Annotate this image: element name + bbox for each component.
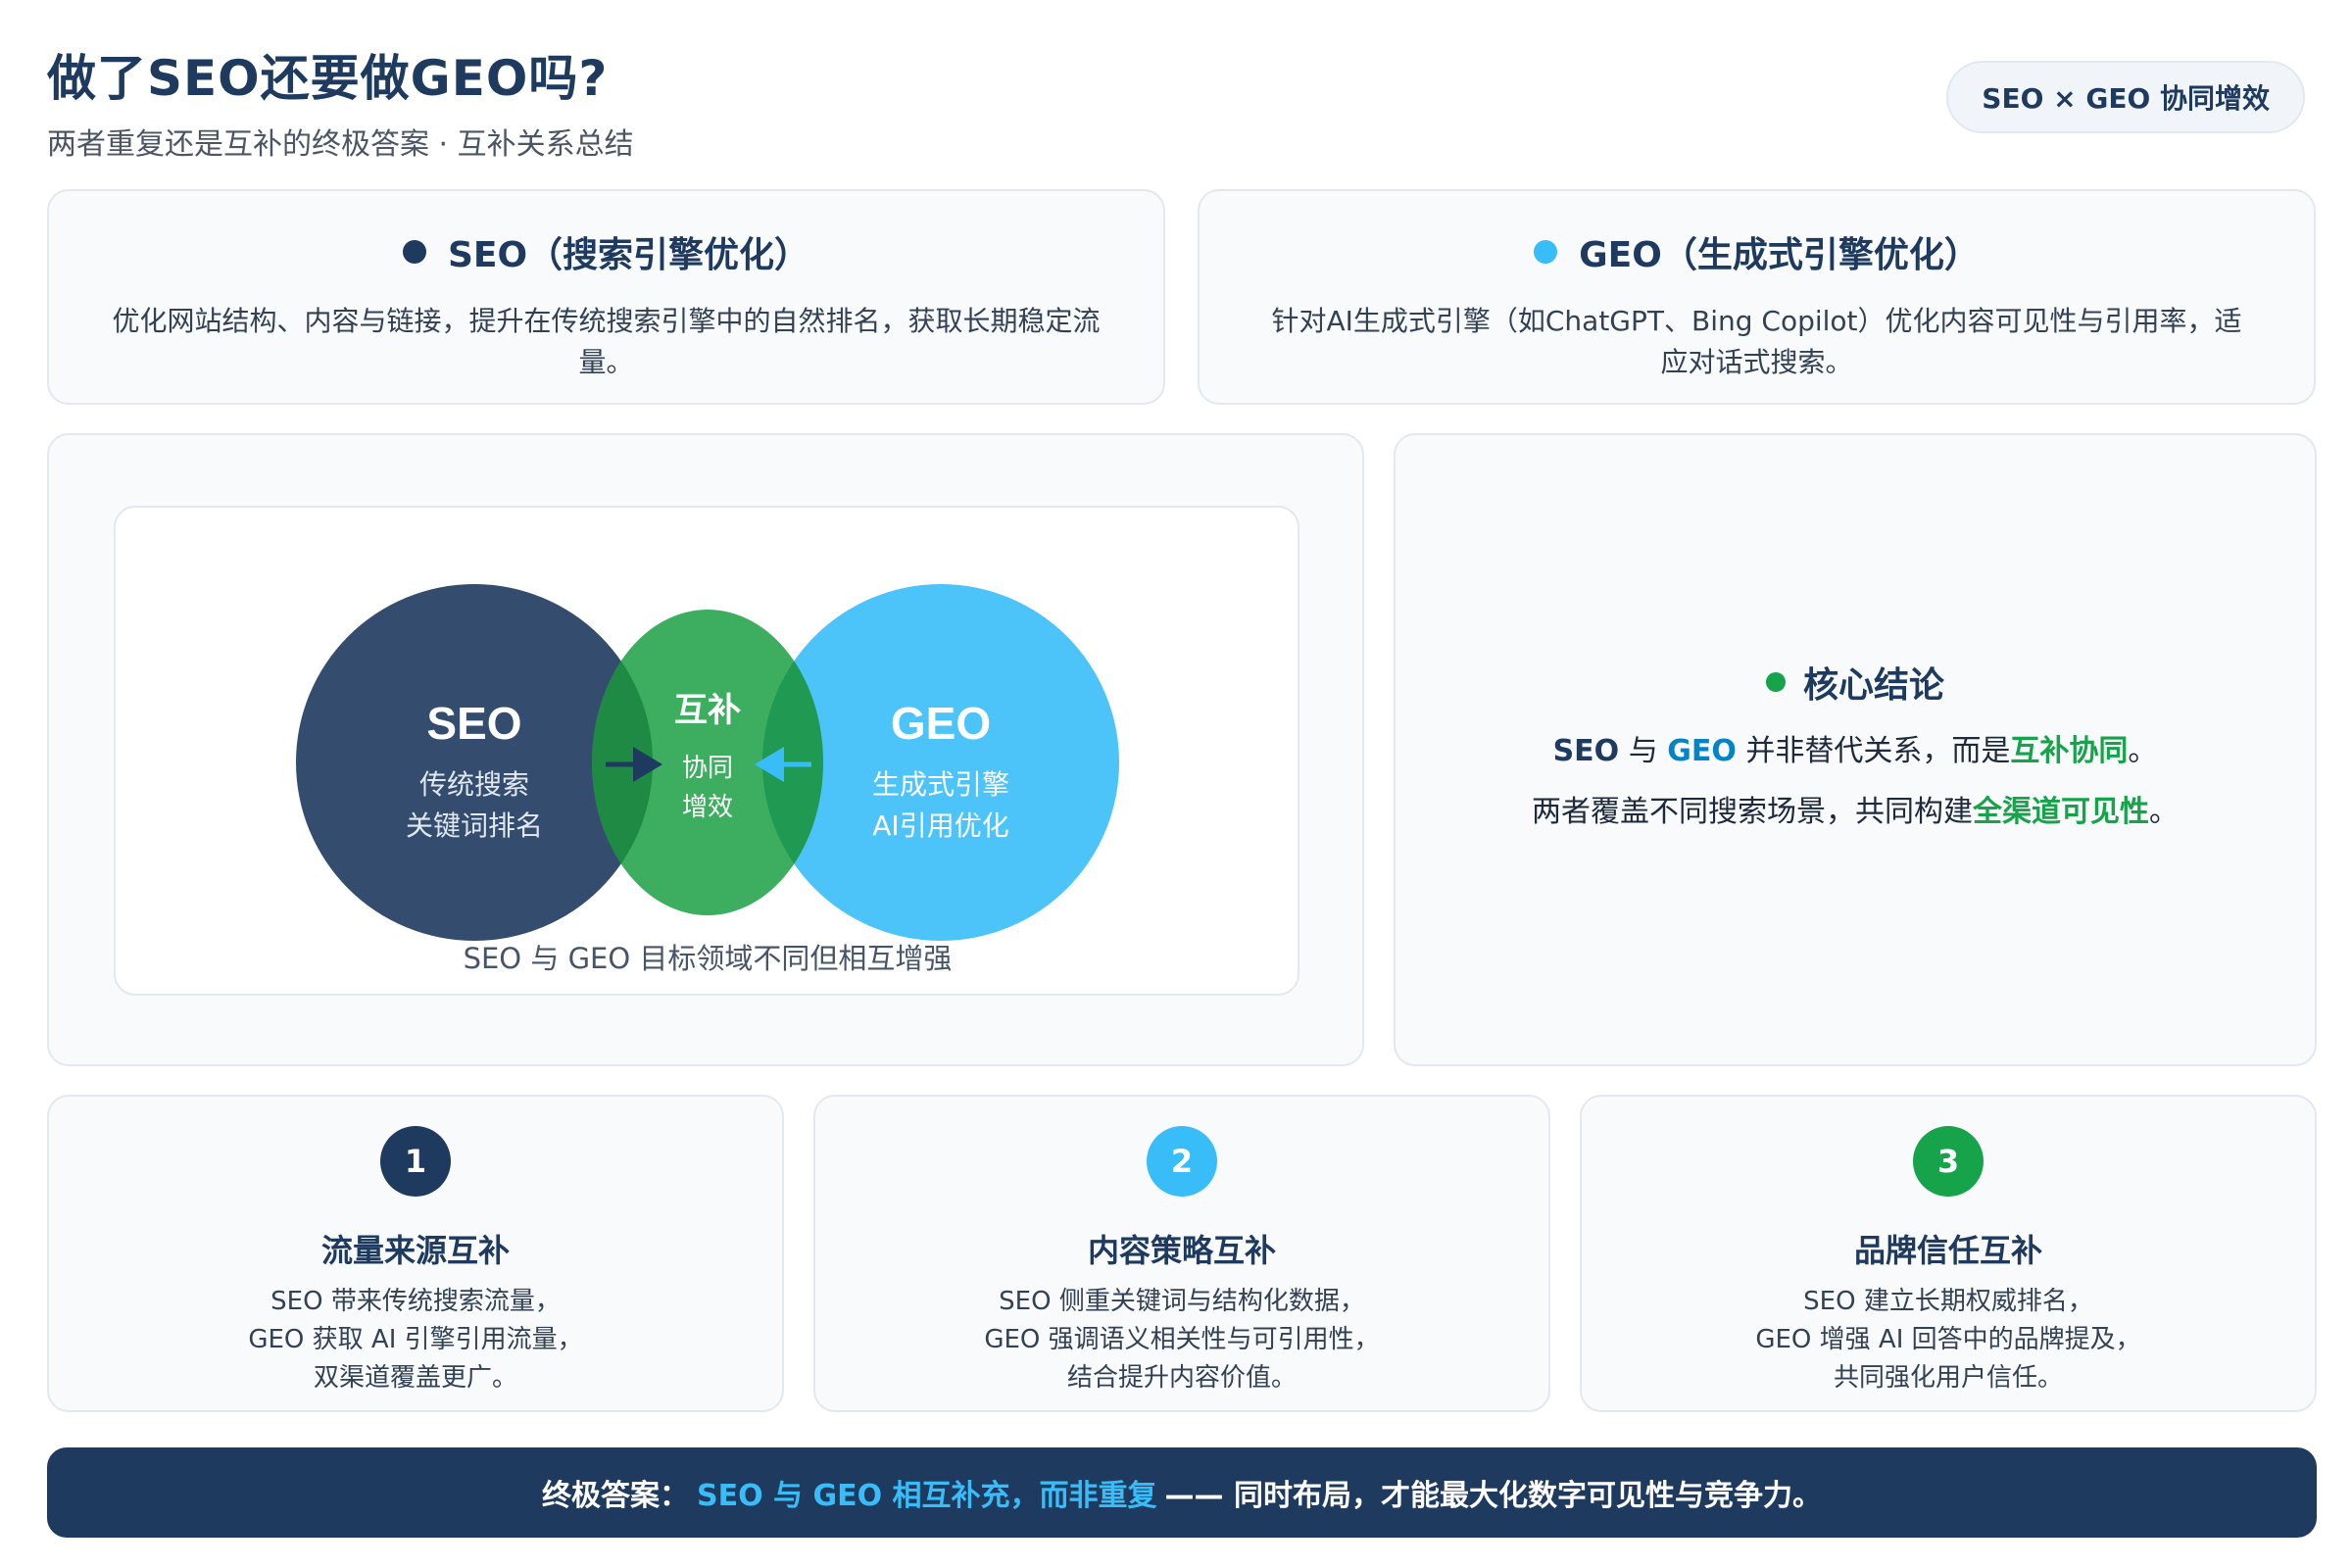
conclusion-emphasis-1: 互补协同 <box>2010 734 2129 768</box>
venn-diagram-panel: SEO 传统搜索 关键词排名 互补 协同 增效 GEO 生成式引擎 AI引用优化… <box>114 506 1299 996</box>
step-number-badge: 3 <box>1913 1126 1984 1197</box>
feature-title: 流量来源互补 <box>320 1232 510 1269</box>
venn-diagram: SEO 传统搜索 关键词排名 互补 协同 增效 GEO 生成式引擎 AI引用优化… <box>296 584 1119 975</box>
conclusion-line-1: SEO 与 GEO 并非替代关系，而是互补协同。 <box>1532 721 2179 782</box>
venn-geo-title: GEO <box>891 698 991 749</box>
final-answer-banner: 终极答案： SEO 与 GEO 相互补充，而非重复 —— 同时布局，才能最大化数… <box>47 1447 2317 1538</box>
feature-title: 品牌信任互补 <box>1853 1232 2042 1269</box>
banner-prefix: 终极答案： <box>541 1479 689 1513</box>
feature-line: 双渠道覆盖更广。 <box>313 1363 517 1393</box>
core-conclusion-title: 核心结论 <box>1802 665 1944 706</box>
geo-definition-title: GEO（生成式引擎优化） <box>1579 235 1980 275</box>
venn-geo-line2: AI引用优化 <box>872 809 1008 842</box>
geo-definition-text: 针对AI生成式引擎（如ChatGPT、Bing Copilot）优化内容可见性与… <box>1271 305 2242 378</box>
feature-card-traffic: 1 流量来源互补 SEO 带来传统搜索流量， GEO 获取 AI 引擎引用流量，… <box>47 1095 784 1412</box>
core-conclusion-heading: 核心结论 <box>1765 657 1944 708</box>
feature-line: GEO 增强 AI 回答中的品牌提及， <box>1755 1325 2141 1354</box>
page-title: 做了SEO还要做GEO吗? <box>47 50 609 107</box>
venn-geo-line1: 生成式引擎 <box>872 768 1009 801</box>
conclusion-emphasis-2: 全渠道可见性 <box>1973 795 2149 829</box>
feature-line: SEO 带来传统搜索流量， <box>270 1287 561 1316</box>
conclusion-seo-term: SEO <box>1552 734 1620 768</box>
feature-line: 共同强化用户信任。 <box>1833 1363 2063 1393</box>
feature-description: SEO 侧重关键词与结构化数据， GEO 强调语义相关性与可引用性， 结合提升内… <box>984 1283 1379 1397</box>
conclusion-line-2: 两者覆盖不同搜索场景，共同构建全渠道可见性。 <box>1532 782 2179 843</box>
seo-definition-title: SEO（搜索引擎优化） <box>447 235 810 275</box>
venn-overlap-line2: 增效 <box>682 793 733 822</box>
venn-seo-title: SEO <box>426 698 521 749</box>
page-subtitle: 两者重复还是互补的终极答案 · 互补关系总结 <box>47 127 634 162</box>
feature-description: SEO 带来传统搜索流量， GEO 获取 AI 引擎引用流量， 双渠道覆盖更广。 <box>248 1283 582 1397</box>
conclusion-start-2: 两者覆盖不同搜索场景，共同构建 <box>1532 795 1973 829</box>
venn-caption: SEO 与 GEO 目标领域不同但相互增强 <box>464 942 953 975</box>
banner-highlight: SEO 与 GEO 相互补充，而非重复 <box>696 1479 1157 1513</box>
venn-overlap-line1: 协同 <box>682 754 733 783</box>
seo-definition-card: SEO（搜索引擎优化） 优化网站结构、内容与链接，提升在传统搜索引擎中的自然排名… <box>47 189 1165 405</box>
header-badge: SEO × GEO 协同增效 <box>1946 61 2305 133</box>
bullet-dot-icon <box>1765 672 1786 692</box>
core-conclusion-body: SEO 与 GEO 并非替代关系，而是互补协同。 两者覆盖不同搜索场景，共同构建… <box>1532 721 2179 843</box>
geo-definition-heading: GEO（生成式引擎优化） <box>1534 226 1980 277</box>
conclusion-with: 与 <box>1619 734 1668 768</box>
step-number-badge: 2 <box>1147 1126 1217 1197</box>
seo-definition-text: 优化网站结构、内容与链接，提升在传统搜索引擎中的自然排名，获取长期稳定流量。 <box>112 305 1101 378</box>
feature-description: SEO 建立长期权威排名， GEO 增强 AI 回答中的品牌提及， 共同强化用户… <box>1755 1283 2140 1397</box>
conclusion-end-2: 。 <box>2149 795 2179 829</box>
feature-line: GEO 获取 AI 引擎引用流量， <box>248 1325 583 1354</box>
conclusion-mid: 并非替代关系，而是 <box>1736 734 2011 768</box>
venn-overlap-title: 互补 <box>674 691 741 730</box>
feature-line: GEO 强调语义相关性与可引用性， <box>984 1325 1380 1354</box>
seo-definition-heading: SEO（搜索引擎优化） <box>402 226 810 277</box>
conclusion-geo-term: GEO <box>1667 734 1737 768</box>
bullet-dot-icon <box>402 240 426 264</box>
feature-card-brand: 3 品牌信任互补 SEO 建立长期权威排名， GEO 增强 AI 回答中的品牌提… <box>1580 1095 2317 1412</box>
venn-seo-line2: 关键词排名 <box>406 809 543 842</box>
banner-suffix: —— 同时布局，才能最大化数字可见性与竞争力。 <box>1164 1479 1822 1513</box>
venn-diagram-card: SEO 传统搜索 关键词排名 互补 协同 增效 GEO 生成式引擎 AI引用优化… <box>47 433 1364 1066</box>
feature-line: SEO 建立长期权威排名， <box>1803 1287 2093 1316</box>
step-number-badge: 1 <box>380 1126 451 1197</box>
conclusion-end-1: 。 <box>2128 734 2158 768</box>
bullet-dot-icon <box>1534 240 1558 264</box>
venn-seo-line1: 传统搜索 <box>419 768 529 801</box>
feature-line: 结合提升内容价值。 <box>1066 1363 1297 1393</box>
feature-line: SEO 侧重关键词与结构化数据， <box>999 1287 1365 1316</box>
feature-title: 内容策略互补 <box>1087 1232 1276 1269</box>
geo-definition-card: GEO（生成式引擎优化） 针对AI生成式引擎（如ChatGPT、Bing Cop… <box>1198 189 2316 405</box>
core-conclusion-card: 核心结论 SEO 与 GEO 并非替代关系，而是互补协同。 两者覆盖不同搜索场景… <box>1394 433 2317 1066</box>
feature-card-content: 2 内容策略互补 SEO 侧重关键词与结构化数据， GEO 强调语义相关性与可引… <box>813 1095 1550 1412</box>
